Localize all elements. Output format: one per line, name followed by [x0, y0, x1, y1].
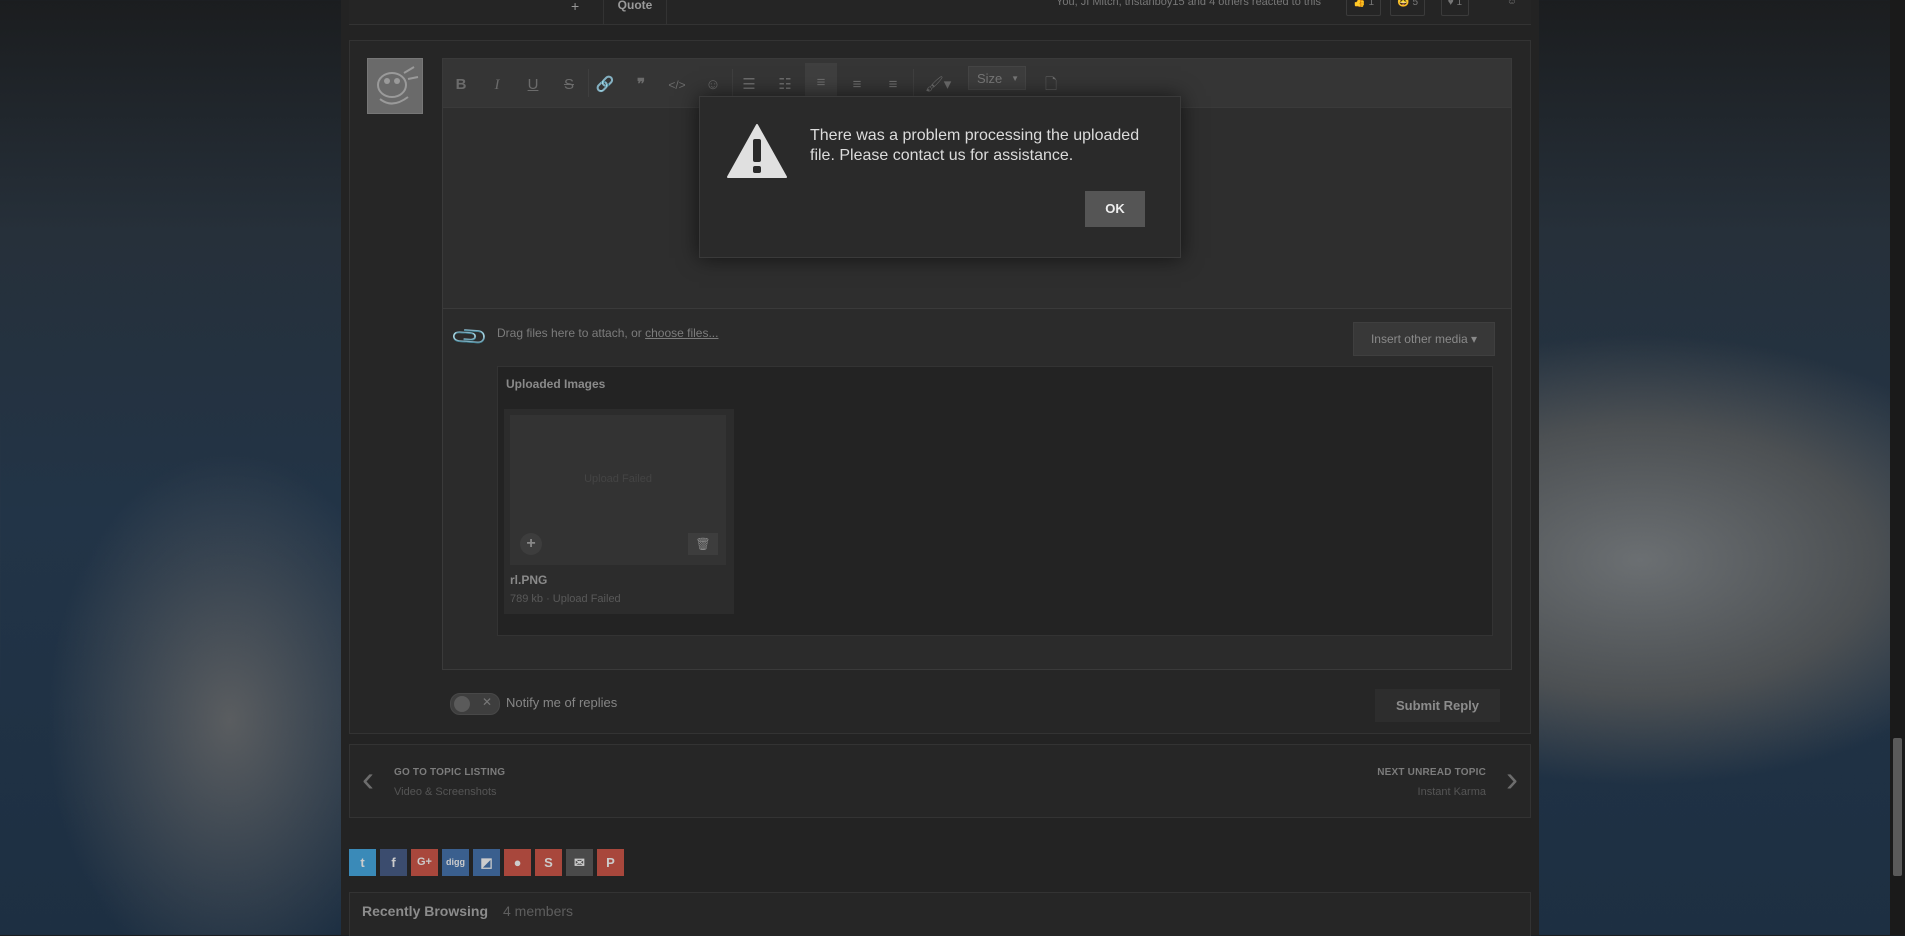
- post-actions-bar: + Quote You, JI Mitch, tristanboy15 and …: [349, 0, 1531, 25]
- nav-right-sub: Instant Karma: [1417, 786, 1486, 798]
- multiquote-plus-icon[interactable]: +: [571, 0, 579, 14]
- toolbar-separator: [588, 69, 589, 97]
- link-icon[interactable]: 🔗: [593, 73, 617, 97]
- nav-right-title: NEXT UNREAD TOPIC: [1377, 767, 1486, 778]
- error-dialog: There was a problem processing the uploa…: [699, 96, 1181, 258]
- source-view-icon[interactable]: 🗋: [1039, 73, 1063, 97]
- googleplus-share-icon[interactable]: G+: [411, 849, 438, 876]
- bold-icon[interactable]: B: [449, 73, 473, 97]
- emoji-icon[interactable]: ☺: [701, 73, 725, 97]
- laugh-icon: 😆: [1397, 0, 1410, 8]
- recently-browsing-title: Recently Browsing: [362, 903, 489, 919]
- delete-file-trash-icon[interactable]: 🗑: [688, 533, 718, 555]
- heart-icon: ♥: [1447, 0, 1454, 8]
- scrollbar-thumb[interactable]: [1893, 738, 1902, 876]
- paperclip-icon: 📎: [449, 317, 491, 358]
- notify-label: Notify me of replies: [506, 695, 618, 710]
- delicious-share-icon[interactable]: ◩: [473, 849, 500, 876]
- reaction-thumbs-up[interactable]: 👍 1: [1346, 0, 1381, 16]
- submit-reply-button[interactable]: Submit Reply: [1375, 689, 1500, 722]
- nav-left-title: GO TO TOPIC LISTING: [394, 767, 506, 778]
- align-center-icon[interactable]: ≡: [845, 73, 869, 97]
- stumbleupon-share-icon[interactable]: S: [535, 849, 562, 876]
- avatar-image: [368, 59, 422, 113]
- recently-browsing-count: 4 members: [503, 903, 574, 919]
- close-icon: ✕: [481, 695, 492, 709]
- strikethrough-icon[interactable]: S: [557, 73, 581, 97]
- reaction-count: 1: [1368, 0, 1374, 8]
- choose-files-link[interactable]: choose files...: [645, 326, 718, 340]
- chevron-right-icon[interactable]: ›: [1506, 759, 1518, 799]
- uploaded-images-title: Uploaded Images: [506, 377, 606, 391]
- numbered-list-icon[interactable]: ☷: [773, 73, 797, 97]
- chevron-down-icon: ▼: [1011, 74, 1019, 83]
- reaction-heart[interactable]: ♥ 1: [1440, 0, 1469, 16]
- insert-file-plus-icon[interactable]: +: [520, 533, 542, 555]
- digg-share-icon[interactable]: digg: [442, 849, 469, 876]
- upload-failed-overlay: Upload Failed: [584, 473, 652, 485]
- ok-button[interactable]: OK: [1085, 191, 1145, 227]
- align-right-icon[interactable]: ≡: [881, 73, 905, 97]
- uploaded-images-panel: Uploaded Images Upload Failed + 🗑 rl.PNG…: [497, 366, 1493, 636]
- facebook-share-icon[interactable]: f: [380, 849, 407, 876]
- underline-icon[interactable]: U: [521, 73, 545, 97]
- avatar: [367, 58, 423, 114]
- quote-icon[interactable]: ❞: [629, 73, 653, 97]
- bulleted-list-icon[interactable]: ☰: [737, 73, 761, 97]
- go-to-topic-listing-link[interactable]: GO TO TOPIC LISTING Video & Screenshots: [394, 767, 505, 798]
- uploaded-file-card: Upload Failed + 🗑 rl.PNG 789 kb · Upload…: [504, 409, 734, 614]
- thumbs-up-icon: 👍: [1353, 0, 1366, 8]
- nav-left-sub: Video & Screenshots: [394, 786, 497, 798]
- code-icon[interactable]: </>: [665, 73, 689, 97]
- error-message: There was a problem processing the uploa…: [810, 127, 1140, 164]
- notify-toggle[interactable]: ✕: [450, 693, 500, 715]
- italic-icon[interactable]: I: [485, 73, 509, 97]
- attachment-area: 📎 Drag files here to attach, or choose f…: [443, 309, 1511, 669]
- text-color-icon[interactable]: 🖌▾: [921, 73, 955, 97]
- reaction-laugh[interactable]: 😆 5: [1390, 0, 1425, 16]
- warning-icon: [727, 124, 787, 178]
- pinterest-share-icon[interactable]: P: [597, 849, 624, 876]
- font-size-dropdown[interactable]: Size ▼: [968, 66, 1026, 90]
- attach-instructions: Drag files here to attach, or choose fil…: [497, 326, 718, 340]
- reactions-summary[interactable]: You, JI Mitch, tristanboy15 and 4 others…: [1056, 0, 1321, 10]
- toolbar-separator: [913, 69, 914, 97]
- file-meta: 789 kb · Upload Failed: [510, 593, 621, 605]
- reaction-count: 5: [1412, 0, 1418, 8]
- twitter-share-icon[interactable]: t: [349, 849, 376, 876]
- email-share-icon[interactable]: ✉: [566, 849, 593, 876]
- toolbar-separator: [732, 69, 733, 97]
- reply-footer: ✕ Notify me of replies Submit Reply: [442, 689, 1510, 735]
- recently-browsing: Recently Browsing 4 members: [349, 892, 1531, 936]
- page-scrollbar[interactable]: [1890, 0, 1905, 935]
- font-size-label: Size: [977, 71, 1003, 86]
- quote-button[interactable]: Quote: [603, 0, 667, 24]
- reddit-share-icon[interactable]: ●: [504, 849, 531, 876]
- topic-navigation: ‹ GO TO TOPIC LISTING Video & Screenshot…: [349, 744, 1531, 818]
- file-name: rl.PNG: [510, 573, 548, 587]
- file-thumbnail: Upload Failed + 🗑: [510, 415, 726, 565]
- quote-label: Quote: [617, 0, 653, 12]
- next-unread-topic-link[interactable]: NEXT UNREAD TOPIC Instant Karma: [1377, 767, 1486, 798]
- add-reaction-icon[interactable]: ☺: [1501, 0, 1523, 14]
- attach-prompt: Drag files here to attach, or: [497, 326, 642, 340]
- chevron-left-icon[interactable]: ‹: [362, 759, 374, 799]
- insert-other-media-button[interactable]: Insert other media ▾: [1353, 322, 1495, 356]
- reaction-count: 1: [1456, 0, 1462, 8]
- toggle-knob: [454, 696, 470, 712]
